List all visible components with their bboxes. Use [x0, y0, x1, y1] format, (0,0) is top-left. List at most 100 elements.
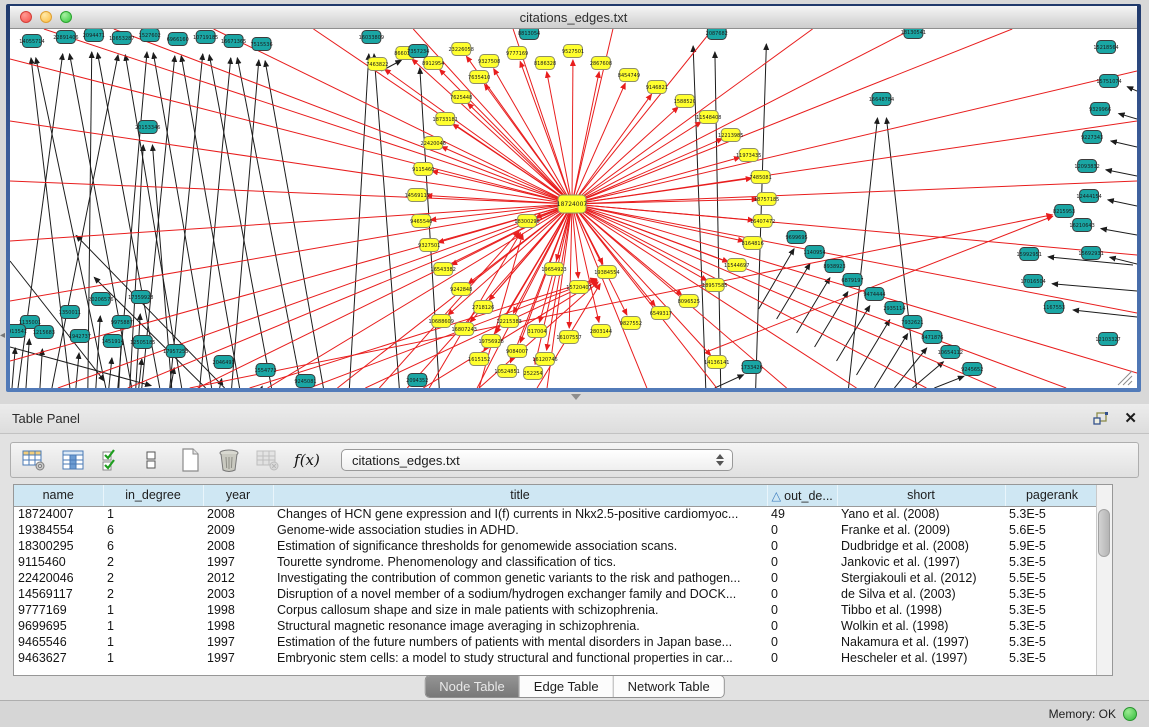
graph-node[interactable]: 10719185 [193, 31, 218, 44]
graph-node[interactable]: 9827552 [620, 317, 642, 330]
graph-node[interactable]: 10688609 [429, 315, 454, 328]
table-cell[interactable]: 0 [767, 538, 837, 554]
table-cell[interactable]: Estimation of the future numbers of pati… [273, 634, 767, 650]
graph-node[interactable]: 18300295 [514, 215, 539, 228]
table-cell[interactable]: Wolkin et al. (1998) [837, 618, 1005, 634]
graph-node[interactable]: 9115460 [412, 163, 434, 176]
graph-node[interactable]: 9474444 [863, 288, 885, 301]
table-cell[interactable]: 0 [767, 602, 837, 618]
close-panel-icon[interactable]: ✕ [1124, 411, 1137, 426]
table-cell[interactable]: Jankovic et al. (1997) [837, 554, 1005, 570]
graph-node[interactable]: 23226058 [449, 43, 474, 56]
graph-node[interactable]: 15692931 [1078, 247, 1103, 260]
table-cell[interactable]: 1998 [203, 602, 273, 618]
table-cell[interactable]: 5.3E-5 [1005, 634, 1099, 650]
graph-node[interactable]: 16033809 [359, 31, 384, 44]
graph-node[interactable]: 9329966 [1089, 103, 1111, 116]
table-cell[interactable]: 0 [767, 586, 837, 602]
graph-node[interactable]: 1733426 [741, 361, 763, 374]
graph-node[interactable]: 22420046 [421, 137, 446, 150]
graph-node[interactable]: 9975887 [111, 316, 133, 329]
graph-node[interactable]: 17957255 [163, 345, 188, 358]
select-column-icon[interactable] [60, 447, 86, 473]
table-row[interactable]: 1872400712008Changes of HCN gene express… [14, 506, 1099, 522]
graph-node[interactable]: 8938923 [823, 260, 845, 273]
collapse-arrow-icon[interactable]: ◂ [0, 330, 5, 341]
graph-node[interactable]: 6549317 [650, 307, 672, 320]
graph-node[interactable]: 9527501 [562, 45, 584, 58]
column-header-year[interactable]: year [203, 485, 273, 506]
table-cell[interactable]: 5.6E-5 [1005, 522, 1099, 538]
window-titlebar[interactable]: citations_edges.txt [10, 6, 1137, 29]
graph-node[interactable]: 14136141 [704, 356, 729, 369]
column-header-pagerank[interactable]: pagerank [1005, 485, 1099, 506]
graph-node[interactable]: 2935114 [883, 302, 905, 315]
graph-node[interactable]: 7635410 [468, 71, 490, 84]
table-cell[interactable]: 9115460 [14, 554, 103, 570]
table-cell[interactable]: Investigating the contribution of common… [273, 570, 767, 586]
table-cell[interactable]: 14569117 [14, 586, 103, 602]
graph-node[interactable]: 1588520 [674, 95, 696, 108]
column-header-in-degree[interactable]: in_degree [103, 485, 203, 506]
table-row[interactable]: 911546021997Tourette syndrome. Phenomeno… [14, 554, 1099, 570]
table-cell[interactable]: 1 [103, 602, 203, 618]
graph-node[interactable]: 17016504 [1021, 275, 1046, 288]
column-header-name[interactable]: name [14, 485, 103, 506]
table-cell[interactable]: Stergiakouli et al. (2012) [837, 570, 1005, 586]
table-cell[interactable]: Tibbo et al. (1998) [837, 602, 1005, 618]
graph-node[interactable]: 12103327 [1095, 333, 1120, 346]
table-cell[interactable]: 49 [767, 506, 837, 522]
table-cell[interactable]: 5.3E-5 [1005, 650, 1099, 666]
graph-node[interactable]: 18957585 [702, 279, 727, 292]
table-row[interactable]: 1938455462009Genome-wide association stu… [14, 522, 1099, 538]
table-cell[interactable]: 0 [767, 618, 837, 634]
graph-node[interactable]: 9227343 [1081, 131, 1103, 144]
graph-node[interactable]: 18724007 [557, 195, 588, 213]
graph-node[interactable]: 317004 [528, 325, 547, 338]
graph-node[interactable]: 2094471 [83, 29, 105, 42]
table-row[interactable]: 946554611997Estimation of the future num… [14, 634, 1099, 650]
graph-node[interactable]: 6966160 [167, 33, 189, 46]
graph-node[interactable]: 12213985 [718, 129, 743, 142]
graph-node[interactable]: 16107557 [556, 331, 581, 344]
table-cell[interactable]: 2003 [203, 586, 273, 602]
graph-node[interactable]: 7625448 [450, 91, 472, 104]
graph-node[interactable]: 252254 [524, 367, 543, 380]
graph-node[interactable]: 15751074 [1096, 75, 1121, 88]
table-cell[interactable]: Genome-wide association studies in ADHD. [273, 522, 767, 538]
resize-grip[interactable] [1118, 371, 1132, 385]
graph-node[interactable]: 19654923 [541, 263, 566, 276]
graph-node[interactable]: 15218564 [1093, 41, 1118, 54]
graph-node[interactable]: 9242848 [450, 283, 472, 296]
graph-node[interactable]: 7357234 [407, 45, 429, 58]
tab-network-table[interactable]: Network Table [614, 676, 724, 697]
table-cell[interactable]: Structural magnetic resonance image aver… [273, 618, 767, 634]
table-cell[interactable]: Corpus callosum shape and size in male p… [273, 602, 767, 618]
table-cell[interactable]: 1 [103, 650, 203, 666]
graph-node[interactable]: 9327508 [478, 55, 500, 68]
graph-node[interactable]: 11973435 [736, 149, 761, 162]
table-cell[interactable]: 5.3E-5 [1005, 586, 1099, 602]
graph-node[interactable]: 8471876 [921, 331, 943, 344]
table-cell[interactable]: Nakamura et al. (1997) [837, 634, 1005, 650]
table-cell[interactable]: 5.3E-5 [1005, 554, 1099, 570]
graph-node[interactable]: 20206576 [88, 293, 113, 306]
graph-node[interactable]: 2046491 [213, 356, 235, 369]
graph-node[interactable]: 2718126 [472, 301, 494, 314]
table-cell[interactable]: 18724007 [14, 506, 103, 522]
graph-node[interactable]: 1167553 [1043, 301, 1065, 314]
graph-node[interactable]: 2087682 [706, 29, 728, 40]
graph-node[interactable]: 12505185 [130, 336, 155, 349]
graph-node[interactable]: 1350011 [59, 306, 81, 319]
table-cell[interactable]: 1997 [203, 650, 273, 666]
graph-node[interactable]: 9327501 [418, 239, 440, 252]
column-header-short[interactable]: short [837, 485, 1005, 506]
new-table-icon[interactable] [177, 447, 203, 473]
memory-ok-indicator-icon[interactable] [1123, 707, 1137, 721]
graph-node[interactable]: 11544697 [724, 259, 749, 272]
table-cell[interactable]: 19384554 [14, 522, 103, 538]
table-cell[interactable]: Dudbridge et al. (2008) [837, 538, 1005, 554]
table-cell[interactable]: 5.9E-5 [1005, 538, 1099, 554]
table-cell[interactable]: 2 [103, 554, 203, 570]
graph-node[interactable]: 8215953 [1053, 205, 1075, 218]
